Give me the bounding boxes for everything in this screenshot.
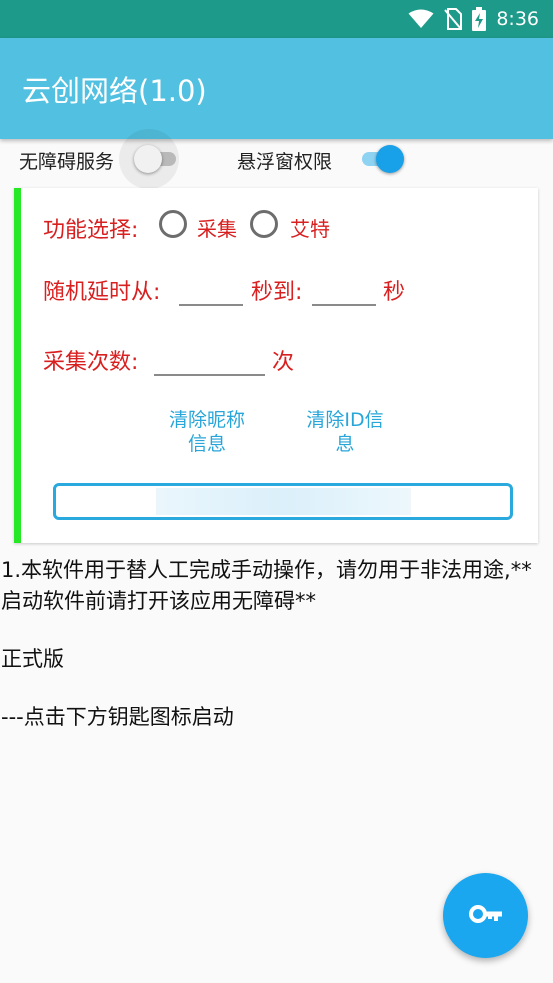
- random-delay-label: 随机延时从:: [43, 280, 161, 305]
- settings-card: 功能选择: 采集 艾特 随机延时从: 秒到: 秒 采集次数: 次 清除昵称信息 …: [14, 188, 538, 543]
- start-fab[interactable]: [443, 873, 528, 958]
- overlay-permission-switch[interactable]: [358, 144, 404, 174]
- mention-radio-label[interactable]: 艾特: [290, 213, 330, 242]
- accessibility-service-label: 无障碍服务: [19, 151, 115, 173]
- switch-thumb: [376, 145, 404, 173]
- app-title: 云创网络(1.0): [22, 74, 207, 108]
- no-sim-icon: [444, 8, 463, 30]
- delay-from-input[interactable]: [179, 276, 243, 306]
- app-bar: 云创网络(1.0): [0, 38, 553, 139]
- edition-label: 正式版: [1, 647, 64, 671]
- clock-time: 8:36: [496, 8, 539, 30]
- progress-fill: [156, 488, 411, 515]
- clear-id-button[interactable]: 清除ID信息: [299, 408, 391, 456]
- collect-count-input[interactable]: [154, 346, 265, 376]
- progress-field: [53, 483, 513, 520]
- mention-radio[interactable]: [250, 210, 278, 238]
- clear-nickname-button[interactable]: 清除昵称信息: [161, 408, 253, 456]
- delay-seconds-unit: 秒: [383, 280, 406, 305]
- function-select-label: 功能选择:: [43, 218, 139, 243]
- overlay-permission-label: 悬浮窗权限: [237, 151, 333, 173]
- permission-row: 无障碍服务 悬浮窗权限: [0, 129, 553, 189]
- info-text: 1.本软件用于替人工完成手动操作，请勿用于非法用途,**启动软件前请打开该应用无…: [1, 555, 551, 733]
- accessibility-service-switch[interactable]: [134, 144, 180, 174]
- delay-to-input[interactable]: [312, 276, 376, 306]
- collect-count-label: 采集次数:: [43, 350, 139, 375]
- start-hint: ---点击下方钥匙图标启动: [1, 705, 234, 729]
- collect-count-unit: 次: [272, 350, 295, 375]
- status-icons: 8:36: [408, 0, 539, 38]
- switch-thumb: [134, 145, 162, 173]
- delay-to-label: 秒到:: [251, 280, 303, 305]
- key-icon: [468, 904, 503, 928]
- status-bar: 8:36: [0, 0, 553, 38]
- collect-radio-label[interactable]: 采集: [197, 213, 237, 242]
- battery-charging-icon: [472, 7, 487, 31]
- collect-radio[interactable]: [159, 210, 187, 238]
- usage-notice: 1.本软件用于替人工完成手动操作，请勿用于非法用途,**启动软件前请打开该应用无…: [1, 558, 532, 613]
- wifi-icon: [408, 9, 434, 29]
